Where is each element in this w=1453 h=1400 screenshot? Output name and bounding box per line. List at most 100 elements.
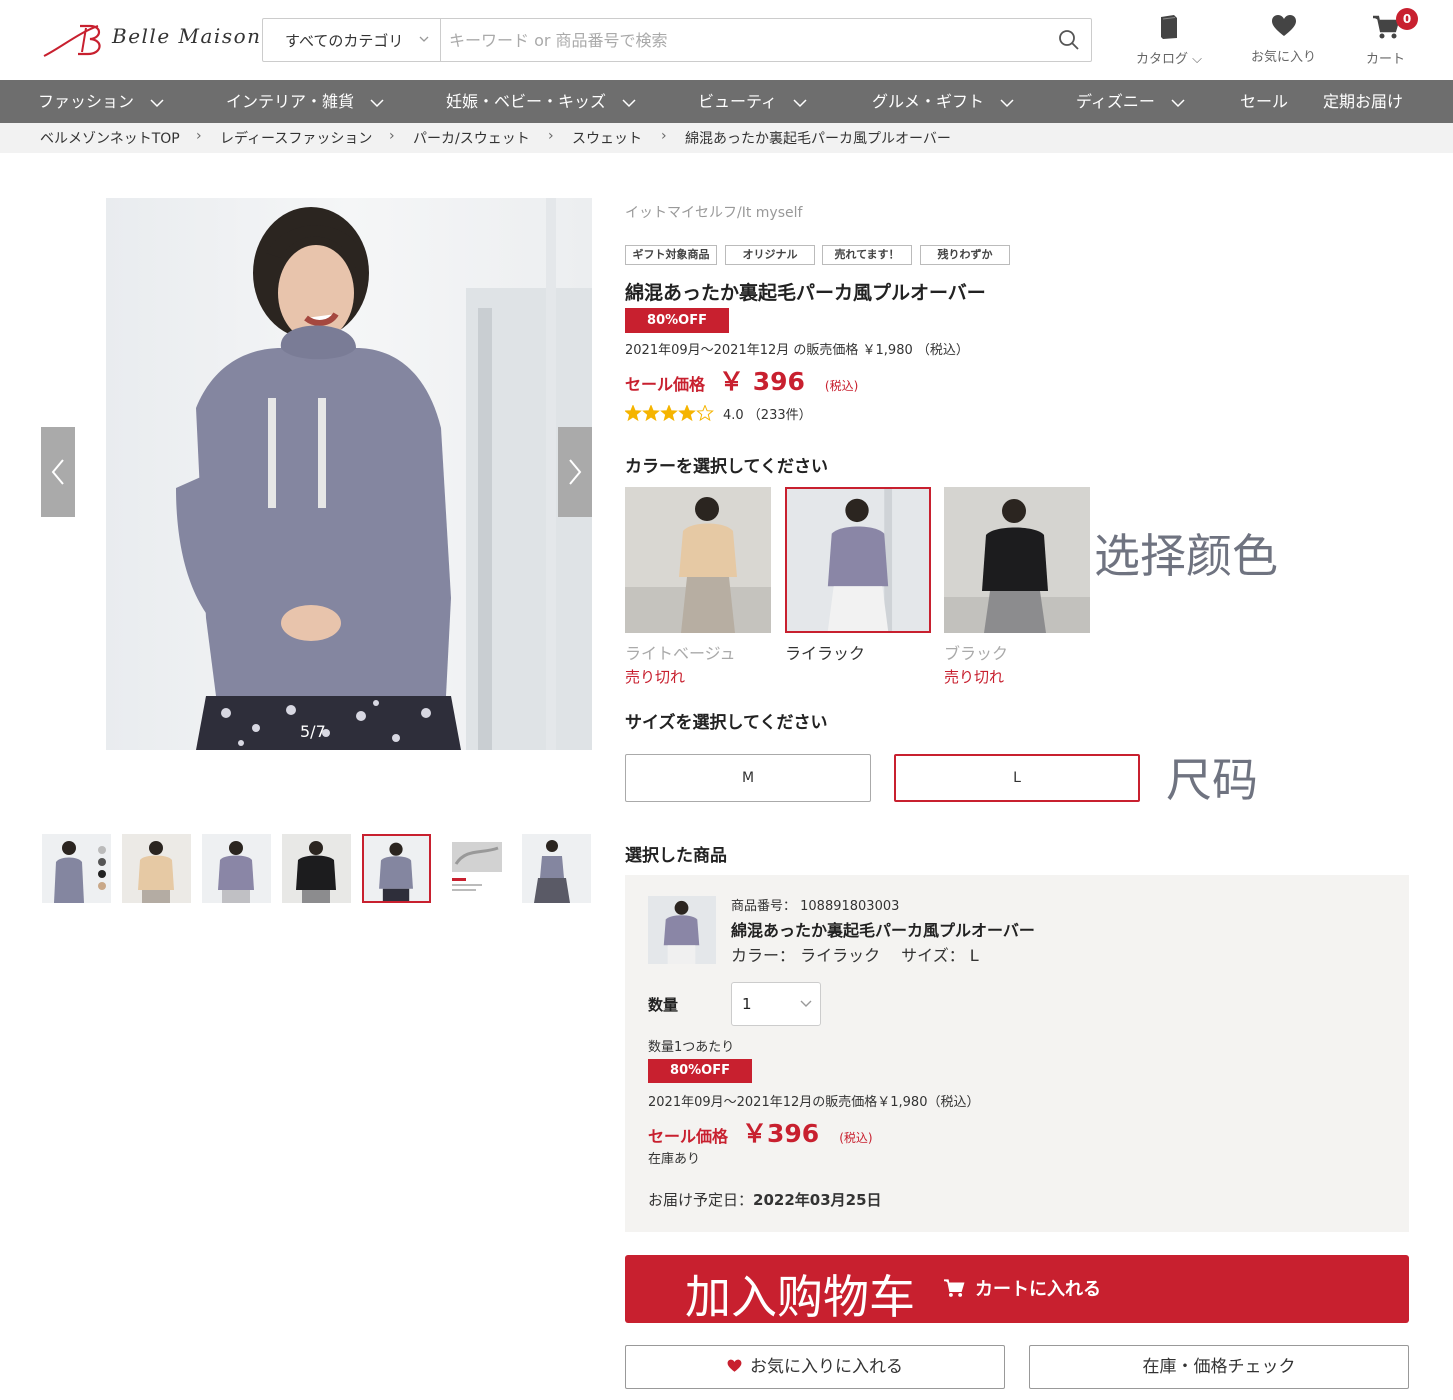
size-annotation: 尺码 bbox=[1166, 753, 1258, 807]
heart-icon bbox=[727, 1359, 742, 1372]
nav-item-label: インテリア・雑貨 bbox=[226, 92, 355, 111]
chevron-down-icon bbox=[150, 98, 164, 107]
product-title: 綿混あったか裏起毛パーカ風プルオーバー bbox=[625, 282, 986, 304]
delivery-date-row: お届け予定日：2022年03月25日 bbox=[648, 1189, 882, 1210]
quantity-label: 数量 bbox=[648, 996, 679, 1014]
color-name-lilac: ライラック bbox=[785, 644, 866, 663]
chevron-left-icon bbox=[51, 459, 64, 485]
stock-status: 在庫あり bbox=[648, 1152, 701, 1167]
rating[interactable]: 4.0 （233件） bbox=[625, 404, 812, 423]
size-button-l[interactable]: L bbox=[894, 754, 1140, 802]
nav-item-gourmet-gift[interactable]: グルメ・ギフト bbox=[872, 80, 1014, 123]
add-to-favorites-button[interactable]: お気に入りに入れる bbox=[625, 1345, 1005, 1389]
breadcrumb-top[interactable]: ベルメゾンネットTOP bbox=[40, 128, 180, 148]
add-to-favorites-label: お気に入りに入れる bbox=[750, 1357, 903, 1377]
logo-mark-icon bbox=[43, 24, 101, 57]
breadcrumb-separator: › bbox=[196, 128, 202, 144]
nav-item-label: ディズニー bbox=[1076, 92, 1155, 111]
gallery-thumbnail[interactable] bbox=[442, 834, 511, 903]
catalog-label-text: カタログ bbox=[1136, 52, 1189, 67]
star-filled-icon bbox=[678, 405, 696, 422]
delivery-label: お届け予定日： bbox=[648, 1191, 754, 1209]
gallery-next-button[interactable] bbox=[558, 427, 592, 517]
brand-name[interactable]: イットマイセルフ/It myself bbox=[625, 202, 802, 222]
star-filled-icon bbox=[642, 405, 660, 422]
thumbnail-image bbox=[364, 836, 429, 901]
search-bar: すべてのカテゴリ bbox=[262, 18, 1092, 62]
site-logo[interactable]: Belle Maison bbox=[40, 18, 260, 62]
add-to-cart-label: カートに入れる bbox=[975, 1279, 1101, 1300]
nav-item-sale[interactable]: セール bbox=[1240, 80, 1288, 123]
selected-item-thumbnail bbox=[648, 896, 716, 964]
size-button-m[interactable]: M bbox=[625, 754, 871, 802]
thumbnail-image bbox=[522, 834, 591, 903]
thumbnail-image bbox=[442, 834, 511, 903]
size-heading: サイズを選択してください bbox=[625, 713, 828, 733]
breadcrumb-separator: › bbox=[548, 128, 554, 144]
nav-item-label: セール bbox=[1240, 92, 1289, 111]
nav-item-label: 妊娠・ベビー・キッズ bbox=[446, 92, 607, 111]
color-heading: カラーを選択してください bbox=[625, 457, 828, 477]
breadcrumb-parka[interactable]: パーカ/スウェット bbox=[413, 128, 530, 148]
gallery-thumbnail[interactable] bbox=[522, 834, 591, 903]
favorites-link[interactable]: お気に入り bbox=[1251, 14, 1316, 65]
tag-original: オリジナル bbox=[725, 245, 815, 265]
nav-item-label: ファッション bbox=[38, 92, 135, 111]
chevron-down-icon bbox=[793, 98, 807, 107]
star-filled-icon bbox=[625, 405, 642, 422]
thumbnail-image bbox=[42, 834, 111, 903]
search-category-select[interactable]: すべてのカテゴリ bbox=[263, 19, 441, 61]
breadcrumb-ladies[interactable]: レディースファッション bbox=[220, 128, 372, 148]
cart-link[interactable]: 0 カート bbox=[1366, 8, 1418, 67]
nav-item-interior[interactable]: インテリア・雑貨 bbox=[226, 80, 384, 123]
sale-price: ￥ 396 bbox=[719, 367, 805, 396]
gallery-thumbnail[interactable] bbox=[202, 834, 271, 903]
breadcrumb-current: 綿混あったか裏起毛パーカ風プルオーバー bbox=[685, 131, 951, 147]
cart-annotation: 加入购物车 bbox=[685, 1270, 915, 1324]
color-swatch-lilac[interactable] bbox=[785, 487, 931, 633]
rating-text: 4.0 （233件） bbox=[723, 408, 812, 423]
search-input[interactable] bbox=[441, 19, 1047, 61]
quantity-value: 1 bbox=[742, 995, 752, 1013]
breadcrumb: ベルメゾンネットTOP › レディースファッション › パーカ/スウェット › … bbox=[0, 123, 1453, 153]
swatch-image bbox=[787, 489, 929, 631]
catalog-link[interactable]: カタログ ⌵ bbox=[1136, 14, 1202, 67]
search-button[interactable] bbox=[1047, 19, 1091, 61]
per-unit-label: 数量1つあたり bbox=[648, 1040, 735, 1055]
stock-price-check-button[interactable]: 在庫・価格チェック bbox=[1029, 1345, 1409, 1389]
color-swatch-black[interactable] bbox=[944, 487, 1090, 633]
chevron-right-icon bbox=[569, 459, 582, 485]
chevron-down-icon bbox=[622, 98, 636, 107]
breadcrumb-separator: › bbox=[661, 128, 667, 144]
nav-item-disney[interactable]: ディズニー bbox=[1076, 80, 1185, 123]
tax-label: (税込) bbox=[824, 379, 859, 393]
nav-item-baby-kids[interactable]: 妊娠・ベビー・キッズ bbox=[446, 80, 636, 123]
chevron-down-icon bbox=[370, 98, 384, 107]
gallery-prev-button[interactable] bbox=[41, 427, 75, 517]
chevron-down-icon bbox=[1171, 98, 1185, 107]
sold-out-light-beige: 売り切れ bbox=[625, 668, 686, 686]
color-name-light-beige: ライトベージュ bbox=[625, 644, 736, 663]
nav-item-fashion[interactable]: ファッション bbox=[38, 80, 164, 123]
gallery-thumbnail[interactable] bbox=[122, 834, 191, 903]
sale-price-label: セール価格 bbox=[625, 375, 706, 394]
catalog-label: カタログ ⌵ bbox=[1136, 52, 1203, 67]
tag-best-seller: 売れてます！ bbox=[822, 245, 912, 265]
sold-out-black: 売り切れ bbox=[944, 668, 1005, 686]
quantity-select[interactable]: 1 bbox=[731, 982, 821, 1026]
gallery-thumbnail-selected[interactable] bbox=[362, 834, 431, 903]
swatch-image bbox=[944, 487, 1090, 633]
gallery-thumbnail[interactable] bbox=[42, 834, 111, 903]
selected-tax-label: (税込) bbox=[839, 1131, 873, 1145]
add-to-cart-button[interactable]: 加入购物车 カートに入れる bbox=[625, 1255, 1409, 1324]
cart-count-badge: 0 bbox=[1396, 8, 1418, 30]
nav-item-subscription[interactable]: 定期お届け bbox=[1323, 80, 1403, 123]
breadcrumb-sweat[interactable]: スウェット bbox=[572, 128, 642, 148]
thumbnail-image bbox=[122, 834, 191, 903]
color-swatch-light-beige[interactable] bbox=[625, 487, 771, 633]
search-icon bbox=[1059, 30, 1079, 50]
favorites-label: お気に入り bbox=[1251, 50, 1317, 65]
nav-item-beauty[interactable]: ビューティ bbox=[698, 80, 807, 123]
selected-sale-row: セール価格 ￥396 (税込) bbox=[648, 1114, 873, 1150]
gallery-thumbnail[interactable] bbox=[282, 834, 351, 903]
